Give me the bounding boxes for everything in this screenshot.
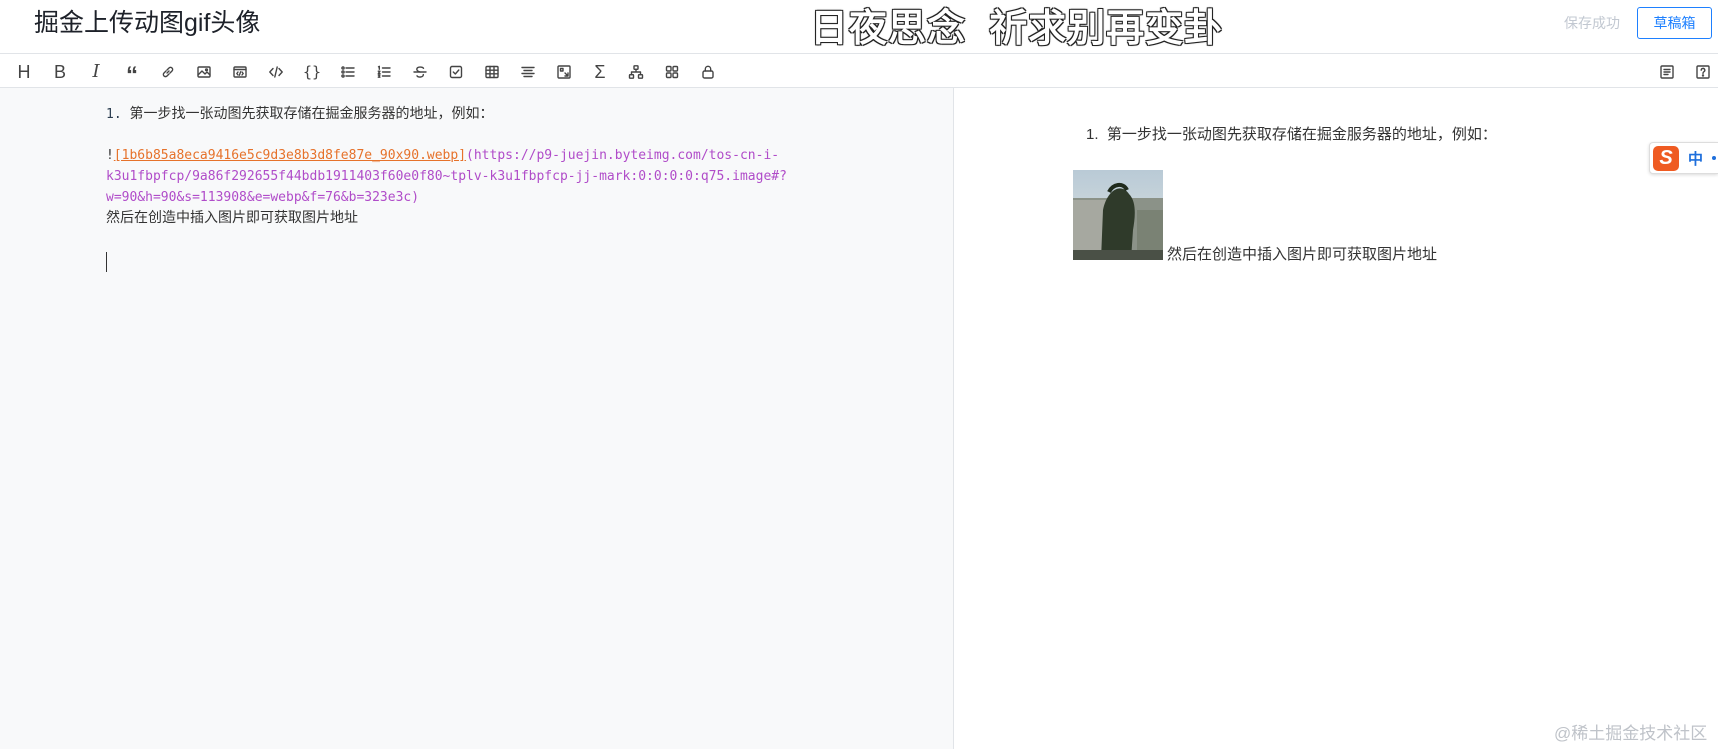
image-alt-text: [1b6b85a8eca9416e5c9d3e8b3d8fe87e_90x90.… — [113, 148, 467, 163]
text-cursor — [106, 252, 107, 272]
article-title-input[interactable]: 掘金上传动图gif头像 — [34, 8, 260, 38]
preview-after-text: 然后在创造中插入图片即可获取图片地址 — [1167, 246, 1438, 263]
list-number: 1. — [106, 107, 122, 122]
preview-list-text: 第一步找一张动图先获取存储在掘金服务器的地址，例如： — [1106, 126, 1497, 143]
bold-icon[interactable]: B — [47, 60, 73, 84]
image-url-part-2: k3u1fbpfcp/9a86f292655f44bdb1911403f60e0… — [106, 169, 787, 184]
header: 掘金上传动图gif头像 日夜思念 祈求别再变卦 保存成功 草稿箱 — [0, 0, 1718, 54]
task-list-icon[interactable] — [443, 60, 469, 84]
save-status: 保存成功 — [1564, 15, 1620, 31]
italic-icon[interactable]: I — [83, 60, 109, 84]
html-icon[interactable] — [227, 60, 253, 84]
unordered-list-icon[interactable] — [335, 60, 361, 84]
preview-list-number: 1. — [1086, 126, 1099, 143]
ime-punctuation-icon — [1712, 156, 1716, 160]
heading-icon[interactable]: H — [11, 60, 37, 84]
ime-language-indicator[interactable]: 中 — [1688, 148, 1703, 169]
watermark: @稀土掘金技术社区 — [1554, 724, 1708, 743]
sogou-logo-icon: S — [1653, 146, 1679, 171]
help-icon[interactable] — [1690, 60, 1716, 84]
image-url-part-3: w=90&h=90&s=113908&e=webp&f=76&b=323e3c) — [106, 190, 420, 205]
link-icon[interactable] — [155, 60, 181, 84]
grid-icon[interactable] — [659, 60, 685, 84]
lock-icon[interactable] — [695, 60, 721, 84]
table-icon[interactable] — [479, 60, 505, 84]
fullscreen-icon[interactable] — [551, 60, 577, 84]
image-icon[interactable] — [191, 60, 217, 84]
preview-gif-image — [1073, 170, 1163, 260]
align-icon[interactable] — [515, 60, 541, 84]
formula-icon[interactable]: Σ — [587, 60, 613, 84]
editor-toolbar: H B I “ {} Σ — [0, 55, 1718, 88]
ime-toolbar[interactable]: S 中 — [1649, 142, 1718, 174]
code-icon[interactable] — [263, 60, 289, 84]
preview-list-item: 1. 第一步找一张动图先获取存储在掘金服务器的地址，例如： — [1086, 124, 1497, 146]
code-block-icon[interactable]: {} — [299, 60, 325, 84]
toc-icon[interactable] — [1654, 60, 1680, 84]
drafts-button[interactable]: 草稿箱 — [1637, 7, 1712, 39]
image-url-part-1: (https://p9-juejin.byteimg.com/tos-cn-i- — [466, 148, 780, 163]
strikethrough-icon[interactable] — [407, 60, 433, 84]
markdown-editor[interactable]: 1. 第一步找一张动图先获取存储在掘金服务器的地址，例如： ![1b6b85a8… — [0, 88, 954, 749]
overlay-caption: 日夜思念 祈求别再变卦 — [810, 8, 1224, 50]
quote-icon[interactable]: “ — [119, 60, 145, 88]
mindmap-icon[interactable] — [623, 60, 649, 84]
ordered-list-icon[interactable] — [371, 60, 397, 84]
editor-line-after: 然后在创造中插入图片即可获取图片地址 — [106, 210, 358, 226]
editor-image-markdown: ![1b6b85a8eca9416e5c9d3e8b3d8fe87e_90x90… — [106, 145, 779, 166]
editor-line-1: 1. 第一步找一张动图先获取存储在掘金服务器的地址，例如： — [106, 104, 493, 125]
markdown-preview: 1. 第一步找一张动图先获取存储在掘金服务器的地址，例如： 然后在创造中插入图片… — [955, 88, 1718, 749]
image-bang: ! — [106, 148, 114, 163]
list-text: 第一步找一张动图先获取存储在掘金服务器的地址，例如： — [129, 106, 494, 122]
